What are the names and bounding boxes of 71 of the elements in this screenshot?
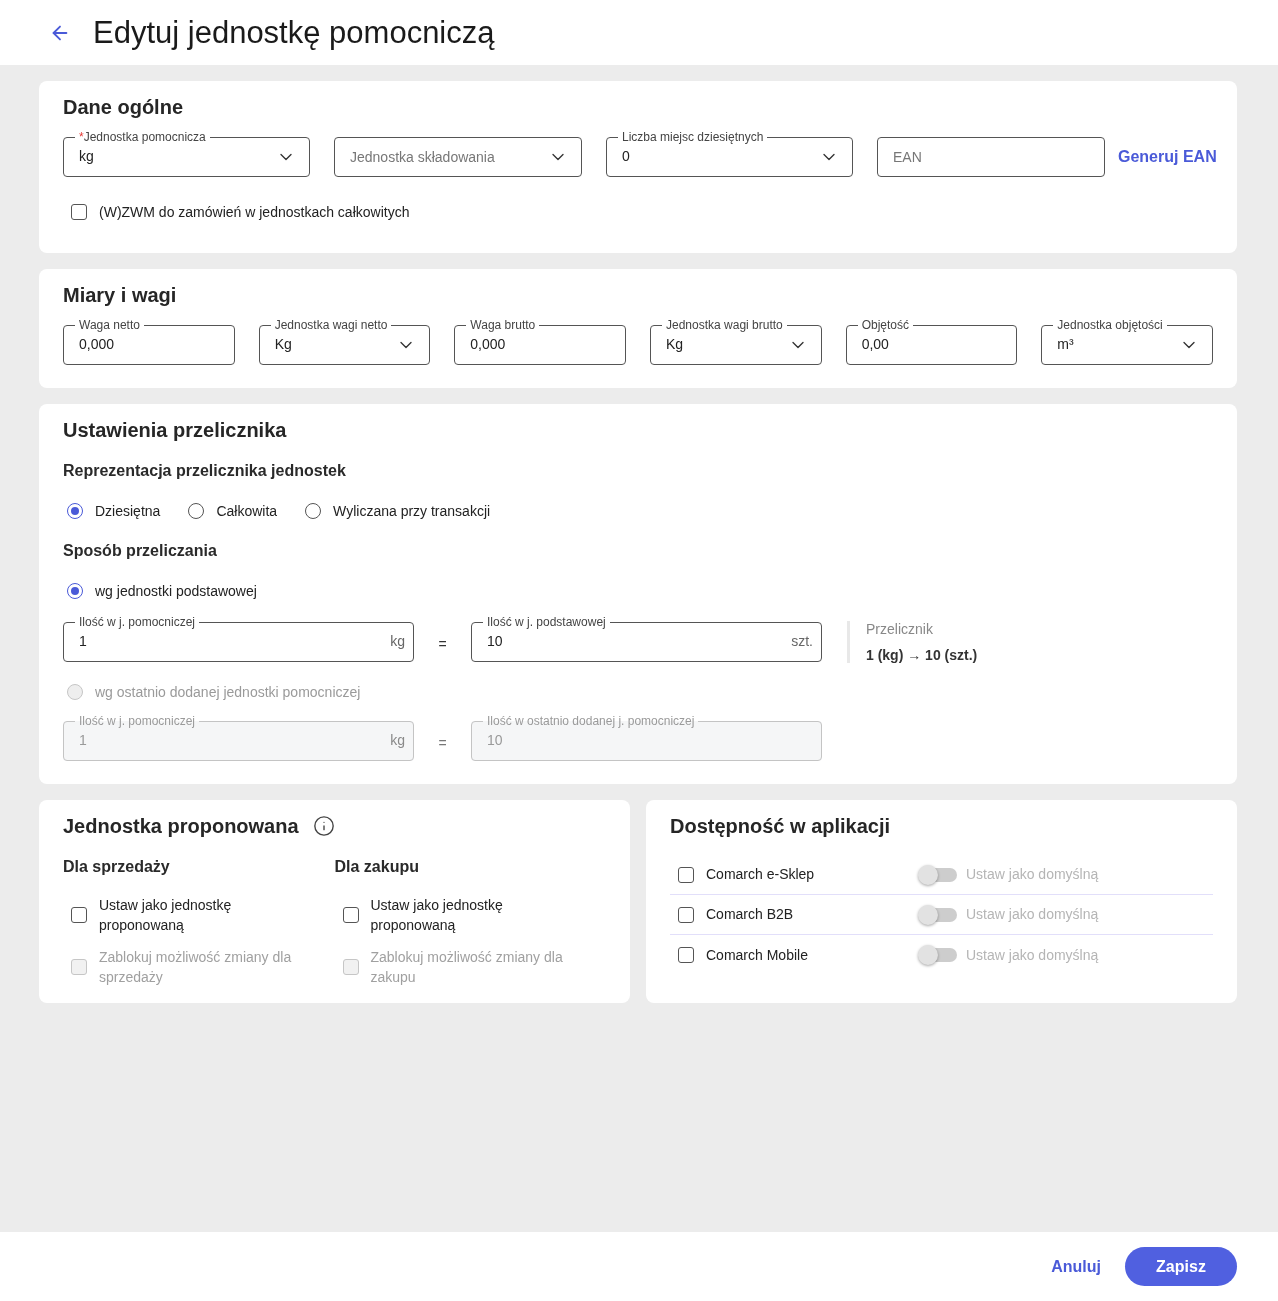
subsection-title: Sposób przeliczania	[63, 541, 218, 561]
dropdown-field[interactable]: Jednostka wagi brutto Kg	[650, 318, 822, 365]
radio-label: wg ostatnio dodanej jednostki pomocniczej	[95, 682, 361, 702]
field-label: Objętość	[860, 318, 910, 332]
radio-label: Dziesiętna	[95, 501, 161, 521]
field-label: Ilość w ostatnio dodanej j. pomocniczej	[486, 714, 696, 728]
field-label: Waga netto	[78, 318, 141, 332]
checkbox[interactable]	[678, 866, 694, 883]
text-field[interactable]: Ilość w j. pomocniczej 1 kg	[63, 615, 414, 662]
checkbox[interactable]	[678, 947, 694, 963]
radio-button[interactable]	[67, 583, 83, 599]
info-icon[interactable]	[312, 815, 335, 837]
checkbox-label: Zablokuj możliwość zmiany dla sprzedaży	[99, 948, 293, 987]
save-button[interactable]: Zapisz	[1125, 1247, 1237, 1286]
checkbox[interactable]	[678, 906, 694, 923]
field-label: Ilość w j. pomocniczej	[78, 714, 197, 728]
checkbox-label: Ustaw jako jednostkę proponowaną	[99, 896, 233, 935]
checkbox-label: Ustaw jako jednostkę proponowaną	[370, 896, 504, 935]
dropdown-field[interactable]: Jednostka wagi netto Kg	[258, 318, 431, 365]
toggle-label: Ustaw jako domyślną	[966, 865, 1099, 884]
checkbox[interactable]	[342, 907, 359, 923]
field-label: Jednostka wagi brutto	[665, 318, 784, 332]
equals-sign: =	[438, 634, 447, 654]
radio-button[interactable]	[188, 503, 205, 519]
converter-label: Przelicznik	[866, 621, 934, 637]
toggle-label: Ustaw jako domyślną	[966, 945, 1099, 965]
text-field[interactable]: Objętość 0,00	[845, 318, 1018, 365]
converter-value: 1 (kg) → 10 (szt.)	[866, 647, 978, 663]
field-label: *Jednostka pomocnicza	[78, 130, 207, 144]
checkbox-label: Comarch B2B	[706, 905, 794, 924]
field-label: Jednostka wagi netto	[273, 318, 389, 332]
section-title: Miary i wagi	[63, 283, 178, 307]
dropdown-field[interactable]: Jednostka objętości m³	[1041, 318, 1213, 365]
radio-label: Całkowita	[216, 501, 278, 521]
field-label: Waga brutto	[469, 318, 537, 332]
section-title: Dostępność w aplikacji	[670, 814, 892, 838]
section-title: Jednostka proponowana	[63, 814, 299, 838]
text-field[interactable]: Waga netto 0,000	[63, 318, 235, 365]
radio-button[interactable]	[67, 503, 83, 519]
dropdown-field[interactable]: *Jednostka pomocnicza kg	[63, 130, 310, 177]
text-field[interactable]: EAN	[877, 137, 1105, 177]
radio-button[interactable]	[305, 503, 322, 519]
text-field[interactable]: Waga brutto 0,000	[454, 318, 626, 365]
radio-label: Wyliczana przy transakcji	[333, 501, 491, 521]
checkbox-label: Comarch e-Sklep	[706, 865, 815, 884]
cancel-button[interactable]: Anuluj	[1047, 1250, 1105, 1283]
subsection-title: Reprezentacja przelicznika jednostek	[63, 461, 347, 481]
checkbox-label: (W)ZWM do zamówień w jednostkach całkowitych	[99, 202, 410, 222]
radio-label: wg jednostki podstawowej	[95, 581, 257, 601]
section-title: Ustawienia przelicznika	[63, 418, 288, 442]
section-title: Dane ogólne	[63, 95, 184, 119]
checkbox-label: Zablokuj możliwość zmiany dla zakupu	[370, 948, 564, 987]
unit-label: kg	[390, 632, 405, 651]
column-title: Dla zakupu	[334, 857, 420, 877]
unit-label: szt.	[791, 632, 813, 651]
generate-ean-link[interactable]: Generuj EAN	[1118, 137, 1217, 177]
unit-label: kg	[390, 731, 405, 750]
field-label: Ilość w j. podstawowej	[486, 615, 607, 629]
checkbox[interactable]	[71, 907, 87, 923]
column-title: Dla sprzedaży	[63, 857, 171, 877]
dropdown-field[interactable]: Jednostka składowania	[334, 137, 582, 177]
field-label: Liczba miejsc dziesiętnych	[621, 130, 765, 144]
dropdown-field[interactable]: Liczba miejsc dziesiętnych 0	[606, 130, 853, 177]
checkbox[interactable]	[71, 204, 87, 220]
field-label: Ilość w j. pomocniczej	[78, 615, 197, 629]
field-label: Jednostka objętości	[1056, 318, 1164, 332]
equals-sign: =	[438, 733, 447, 753]
text-field[interactable]: Ilość w j. podstawowej 10 szt.	[471, 615, 822, 662]
toggle-label: Ustaw jako domyślną	[966, 905, 1099, 924]
page-title: Edytuj jednostkę pomocniczą	[93, 14, 495, 51]
checkbox-label: Comarch Mobile	[706, 945, 808, 965]
